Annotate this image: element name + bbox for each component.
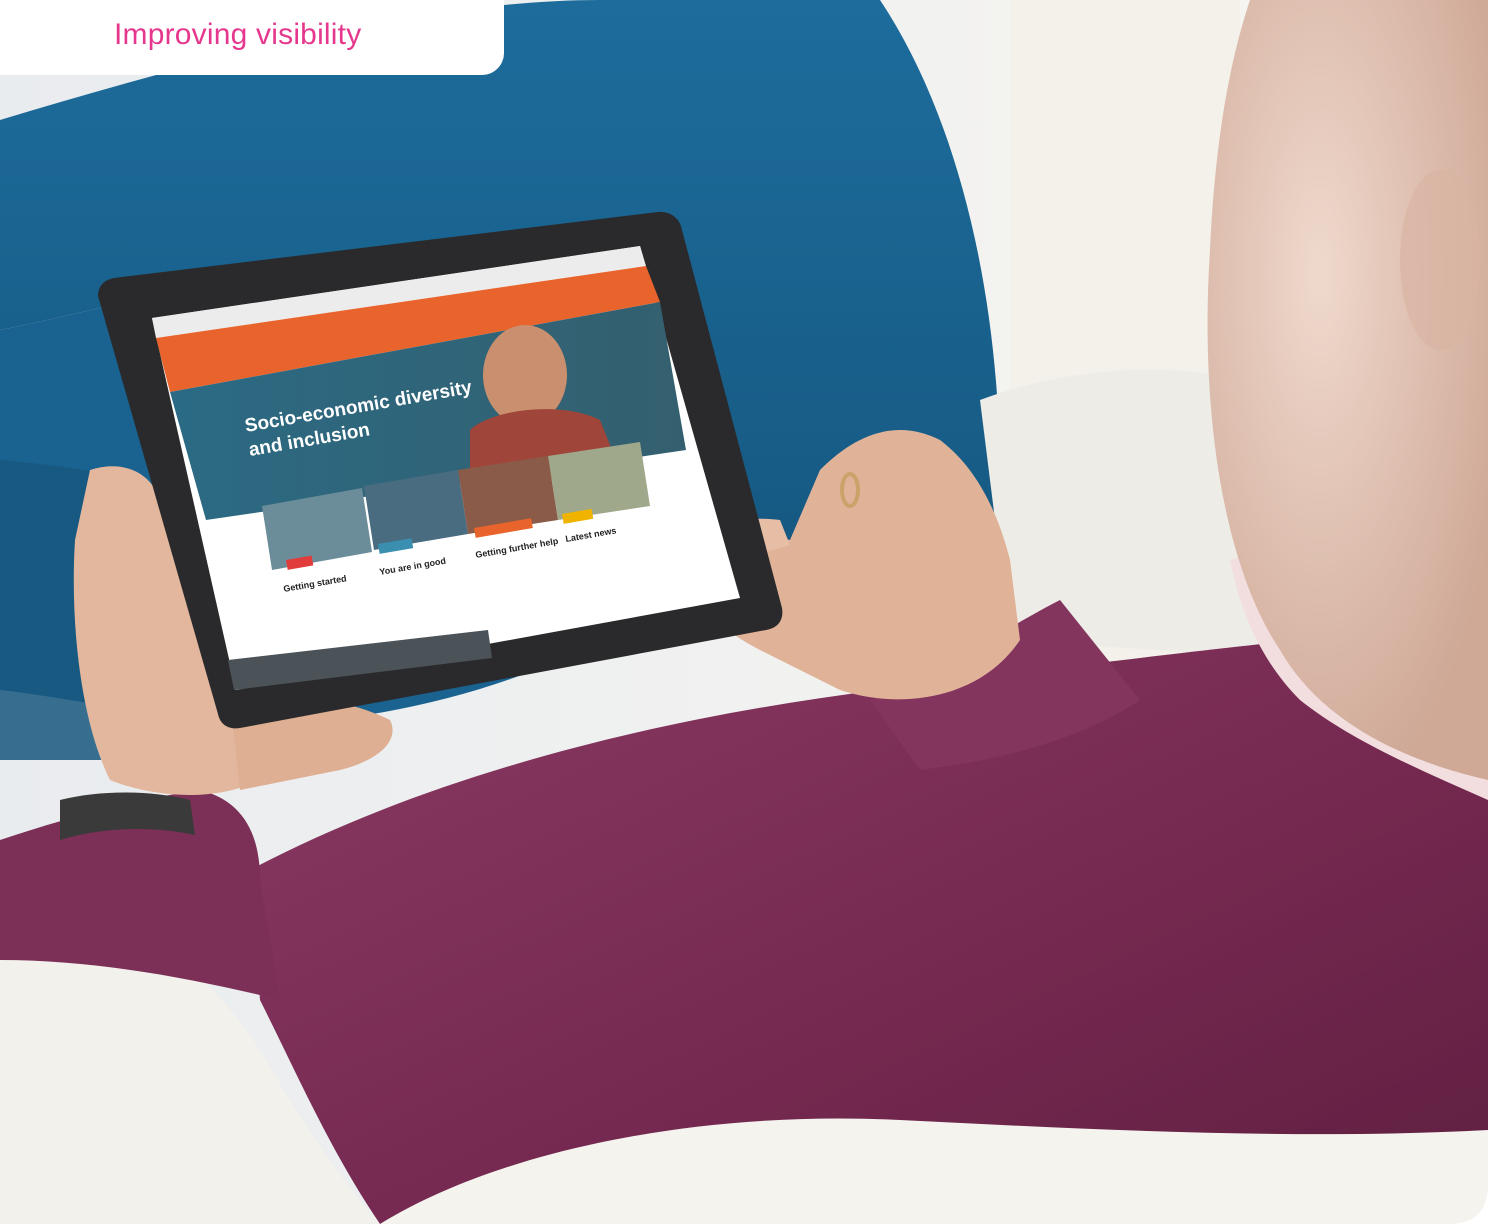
- photo-man-using-tablet: Socio-economic diversity and inclusion G…: [0, 0, 1488, 1224]
- section-label: Improving visibility: [114, 18, 362, 51]
- section-label-tab: Improving visibility: [0, 0, 504, 75]
